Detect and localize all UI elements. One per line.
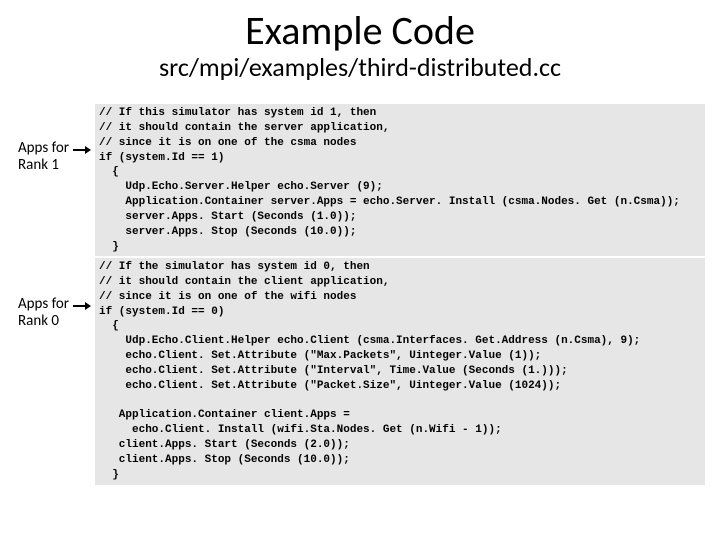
label-text: Rank 1 [18, 156, 59, 174]
page-title: Example Code [0, 6, 720, 55]
page-subtitle: src/mpi/examples/third-distributed.cc [0, 51, 720, 83]
code-block-rank-0: // If the simulator has system id 0, the… [95, 258, 705, 485]
label-apps-rank-1: Apps for Rank 1 [18, 140, 69, 175]
label-text: Apps for [18, 295, 69, 313]
code-block-rank-1: // If this simulator has system id 1, th… [95, 104, 705, 256]
slide: Example Code src/mpi/examples/third-dist… [0, 6, 720, 540]
label-apps-rank-0: Apps for Rank 0 [18, 296, 69, 331]
label-text: Rank 0 [18, 312, 59, 330]
label-text: Apps for [18, 139, 69, 157]
